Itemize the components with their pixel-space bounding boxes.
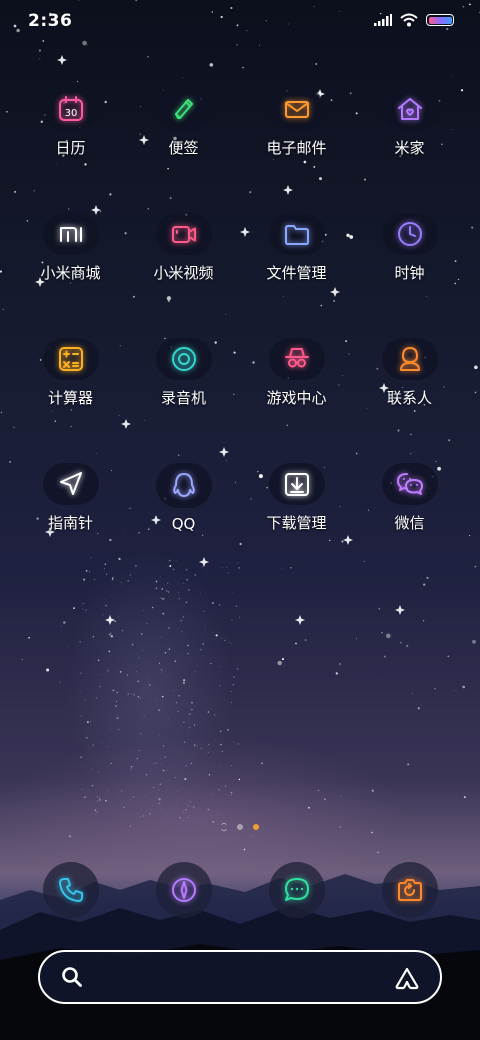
- folder-icon[interactable]: [268, 213, 325, 255]
- camera-icon[interactable]: [381, 862, 438, 918]
- app-download[interactable]: 下载管理: [240, 463, 353, 533]
- search-input[interactable]: [98, 964, 378, 992]
- app-label: 日历: [55, 139, 86, 157]
- video-camera-icon[interactable]: [155, 213, 212, 255]
- status-bar: 2:36: [0, 0, 480, 40]
- app-game-center[interactable]: 游戏中心: [240, 338, 353, 408]
- mail-icon[interactable]: [268, 88, 325, 130]
- app-label: 游戏中心: [266, 389, 327, 407]
- app-compass-arrow[interactable]: 指南针: [14, 463, 127, 533]
- dock: [14, 862, 466, 918]
- app-label: QQ: [171, 515, 196, 533]
- messages-icon[interactable]: [268, 862, 325, 918]
- voice-assistant-icon[interactable]: [394, 966, 420, 990]
- calendar-icon[interactable]: 30: [42, 88, 99, 130]
- app-video-camera[interactable]: 小米视频: [127, 213, 240, 283]
- clock-icon[interactable]: [381, 213, 438, 255]
- app-label: 小米视频: [153, 264, 214, 282]
- app-label: 便签: [168, 139, 199, 157]
- battery-icon: [426, 14, 454, 26]
- app-contacts[interactable]: 联系人: [353, 338, 466, 408]
- wifi-icon: [400, 13, 418, 27]
- dock-messages[interactable]: [240, 862, 353, 918]
- app-clock[interactable]: 时钟: [353, 213, 466, 283]
- app-label: 米家: [394, 139, 425, 157]
- app-mail[interactable]: 电子邮件: [240, 88, 353, 158]
- app-label: 微信: [394, 514, 425, 532]
- home-icon[interactable]: [381, 88, 438, 130]
- app-label: 文件管理: [266, 264, 327, 282]
- signal-icon: [374, 14, 392, 26]
- browser-compass-icon[interactable]: [155, 862, 212, 918]
- app-record[interactable]: 录音机: [127, 338, 240, 408]
- app-label: 联系人: [386, 389, 432, 407]
- dock-camera[interactable]: [353, 862, 466, 918]
- mi-logo-icon[interactable]: [42, 213, 99, 255]
- game-center-icon[interactable]: [268, 338, 325, 380]
- battery-level: [428, 16, 452, 24]
- page-indicator-list[interactable]: [221, 823, 227, 831]
- app-grid: 30 日历 便签 电子邮件 米家小米商城 小米视频 文件管理 时钟计算器 录音机 游戏中心 联系人指…: [14, 88, 466, 533]
- app-label: 指南针: [47, 514, 93, 532]
- phone-icon[interactable]: [42, 862, 99, 918]
- calculator-icon[interactable]: [42, 338, 99, 380]
- app-qq-penguin[interactable]: QQ: [127, 463, 240, 533]
- qq-penguin-icon[interactable]: [155, 463, 212, 508]
- app-label: 录音机: [160, 389, 206, 407]
- app-calendar[interactable]: 30 日历: [14, 88, 127, 158]
- dock-phone[interactable]: [14, 862, 127, 918]
- page-dot-2-active[interactable]: [253, 824, 259, 830]
- page-dot-1[interactable]: [237, 824, 243, 830]
- app-note-pen[interactable]: 便签: [127, 88, 240, 158]
- search-icon[interactable]: [60, 965, 84, 989]
- record-icon[interactable]: [155, 338, 212, 380]
- compass-arrow-icon[interactable]: [42, 463, 99, 505]
- note-pen-icon[interactable]: [155, 88, 212, 130]
- app-calculator[interactable]: 计算器: [14, 338, 127, 408]
- app-label: 电子邮件: [266, 139, 327, 157]
- wechat-icon[interactable]: [381, 463, 438, 505]
- status-time: 2:36: [28, 11, 73, 31]
- contacts-icon[interactable]: [381, 338, 438, 380]
- svg-text:30: 30: [64, 108, 77, 119]
- app-wechat[interactable]: 微信: [353, 463, 466, 533]
- search-bar[interactable]: [38, 950, 442, 1004]
- app-label: 下载管理: [266, 514, 327, 532]
- dock-browser-compass[interactable]: [127, 862, 240, 918]
- app-label: 时钟: [394, 264, 425, 282]
- app-mi-logo[interactable]: 小米商城: [14, 213, 127, 283]
- app-label: 计算器: [47, 389, 93, 407]
- app-label: 小米商城: [40, 264, 101, 282]
- page-indicator[interactable]: [0, 823, 480, 831]
- app-folder[interactable]: 文件管理: [240, 213, 353, 283]
- download-icon[interactable]: [268, 463, 325, 505]
- app-home[interactable]: 米家: [353, 88, 466, 158]
